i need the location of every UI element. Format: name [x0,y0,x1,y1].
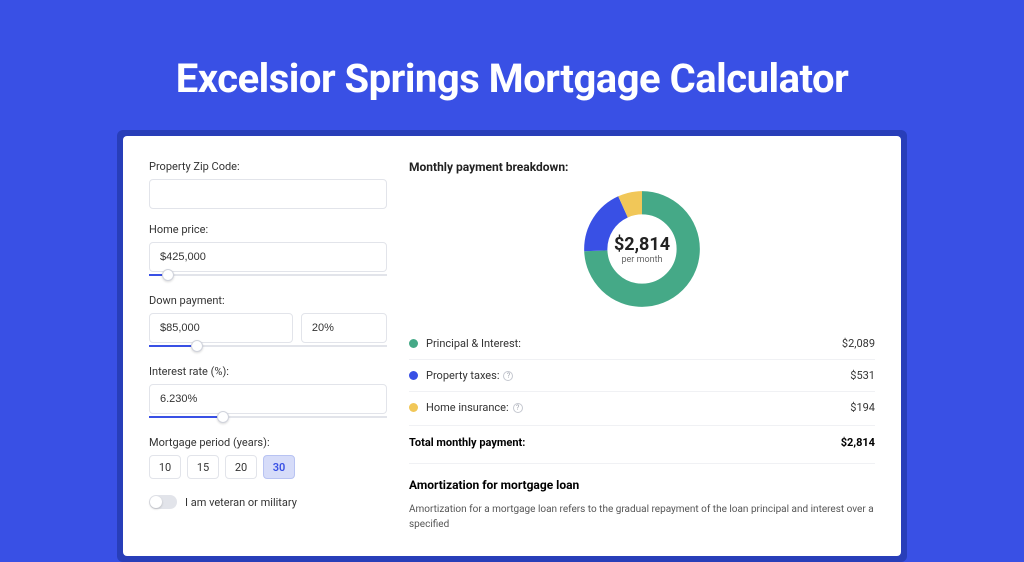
price-slider-thumb[interactable] [162,269,174,281]
form-panel: Property Zip Code: Home price: Down paym… [149,160,387,532]
legend-dot [409,371,418,380]
amortization-text: Amortization for a mortgage loan refers … [409,502,875,532]
donut-chart: $2,814 per month [581,188,703,310]
donut-chart-wrap: $2,814 per month [409,188,875,310]
period-btn-20[interactable]: 20 [225,455,257,479]
legend-value: $531 [850,369,875,382]
legend-row: Home insurance:?$194 [409,392,875,423]
price-label: Home price: [149,223,387,236]
price-input[interactable] [149,242,387,272]
amortization-title: Amortization for mortgage loan [409,478,875,492]
down-field: Down payment: [149,294,387,351]
veteran-toggle[interactable] [149,495,177,509]
calculator-card-shadow: Property Zip Code: Home price: Down paym… [117,130,907,562]
down-slider-thumb[interactable] [191,340,203,352]
down-amount-input[interactable] [149,313,293,343]
rate-slider[interactable] [149,412,387,422]
legend-dot [409,403,418,412]
donut-amount: $2,814 [614,234,670,255]
period-btn-10[interactable]: 10 [149,455,181,479]
legend-label: Home insurance:? [426,401,850,414]
legend-row: Property taxes:?$531 [409,360,875,392]
down-slider[interactable] [149,341,387,351]
rate-label: Interest rate (%): [149,365,387,378]
period-btn-30[interactable]: 30 [263,455,295,479]
total-row: Total monthly payment: $2,814 [409,425,875,463]
calculator-card: Property Zip Code: Home price: Down paym… [123,136,901,556]
legend-label: Property taxes:? [426,369,850,382]
veteran-label: I am veteran or military [185,496,297,509]
legend-value: $2,089 [842,337,875,350]
amortization-section: Amortization for mortgage loan Amortizat… [409,463,875,532]
zip-input[interactable] [149,179,387,209]
legend: Principal & Interest:$2,089Property taxe… [409,328,875,423]
help-icon[interactable]: ? [513,403,523,413]
rate-slider-thumb[interactable] [217,411,229,423]
legend-value: $194 [850,401,875,414]
price-slider[interactable] [149,270,387,280]
help-icon[interactable]: ? [503,371,513,381]
down-percent-input[interactable] [301,313,387,343]
rate-field: Interest rate (%): [149,365,387,422]
veteran-row: I am veteran or military [149,495,387,509]
down-label: Down payment: [149,294,387,307]
period-btn-15[interactable]: 15 [187,455,219,479]
zip-field: Property Zip Code: [149,160,387,209]
price-field: Home price: [149,223,387,280]
legend-row: Principal & Interest:$2,089 [409,328,875,360]
donut-sub: per month [621,255,662,265]
breakdown-title: Monthly payment breakdown: [409,160,875,174]
legend-dot [409,339,418,348]
total-value: $2,814 [841,436,875,449]
period-label: Mortgage period (years): [149,436,387,449]
total-label: Total monthly payment: [409,436,525,449]
legend-label: Principal & Interest: [426,337,842,350]
breakdown-panel: Monthly payment breakdown: $2,814 per mo… [409,160,875,532]
zip-label: Property Zip Code: [149,160,387,173]
period-field: Mortgage period (years): 10152030 [149,436,387,479]
rate-input[interactable] [149,384,387,414]
page-title: Excelsior Springs Mortgage Calculator [0,55,1024,102]
